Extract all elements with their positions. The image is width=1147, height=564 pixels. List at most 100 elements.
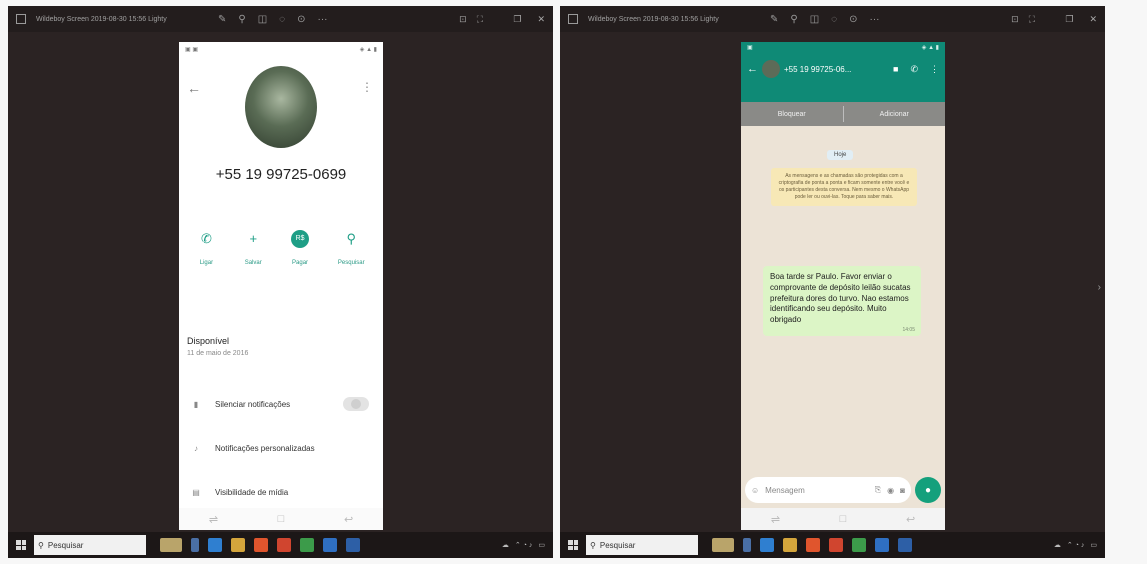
tool-icon[interactable]: ⊙	[849, 14, 857, 25]
pinned-app-icon[interactable]	[712, 538, 734, 552]
action-pay[interactable]: R$ Pagar	[291, 230, 310, 266]
home-icon[interactable]: □	[840, 513, 847, 525]
contact-avatar[interactable]	[762, 60, 780, 78]
message-input[interactable]: ☺ Mensagem ⎘ ◉ ◙	[745, 477, 911, 503]
edge-icon[interactable]	[208, 538, 222, 552]
back-icon[interactable]: ↩	[906, 513, 915, 526]
firefox-icon[interactable]	[254, 538, 268, 552]
app-icon[interactable]	[346, 538, 360, 552]
firefox-icon[interactable]	[806, 538, 820, 552]
encryption-notice[interactable]: As mensagens e as chamadas são protegida…	[771, 168, 917, 206]
android-nav-bar: ⇌ □ ↩	[741, 508, 945, 530]
tool-icon[interactable]: ⊙	[297, 14, 305, 25]
back-icon[interactable]: ↩	[344, 513, 353, 526]
setting-label: Visibilidade de mídia	[215, 487, 289, 497]
edge-icon[interactable]	[760, 538, 774, 552]
mute-icon: ▮	[193, 399, 199, 409]
more-icon[interactable]: ···	[318, 14, 328, 25]
restore-icon[interactable]: ❐	[513, 14, 521, 25]
windows-start-icon[interactable]	[568, 540, 578, 550]
weather-icon[interactable]: ☁	[502, 541, 509, 549]
media-icon: ▤	[192, 487, 200, 497]
block-button[interactable]: Bloquear	[741, 111, 843, 118]
tool-icon[interactable]: ◌	[831, 14, 837, 25]
tray-icons[interactable]: ⌃ ◔ ♪	[1067, 541, 1084, 549]
more-icon[interactable]: ···	[870, 14, 880, 25]
contact-avatar[interactable]	[245, 66, 317, 148]
app-icon[interactable]	[898, 538, 912, 552]
menu-icon[interactable]: ⋮	[930, 64, 939, 75]
tool-icon[interactable]: ✎	[218, 14, 226, 25]
search-icon: ⚲	[346, 231, 356, 246]
mic-button[interactable]: ●	[915, 477, 941, 503]
action-call[interactable]: ✆ Ligar	[197, 230, 215, 266]
tool-icon[interactable]: ⚲	[238, 14, 245, 25]
action-label: Pesquisar	[337, 260, 365, 266]
action-label: Ligar	[199, 260, 214, 266]
weather-icon[interactable]: ☁	[1054, 541, 1061, 549]
right-window: Wildeboy Screen 2019-08-30 15:56 Lighty …	[560, 6, 1105, 558]
toolbar: ✎ ⚲ ◫ ◌ ⊙ ···	[218, 14, 328, 25]
app-icon[interactable]	[277, 538, 291, 552]
attach-icon[interactable]: ⎘	[875, 485, 881, 495]
back-arrow-icon[interactable]: ←	[187, 80, 201, 96]
menu-icon[interactable]: ⋮	[361, 80, 373, 94]
add-contact-button[interactable]: Adicionar	[844, 111, 946, 118]
tool-icon[interactable]: ⛶	[477, 14, 483, 25]
chrome-icon[interactable]	[852, 538, 866, 552]
camera-icon[interactable]: ⊡	[1011, 14, 1019, 25]
taskbar-apps	[160, 538, 360, 552]
tool-icon[interactable]: ⚲	[790, 14, 797, 25]
action-label: Pagar	[292, 260, 309, 266]
tool-icon[interactable]: ⛶	[1029, 14, 1035, 25]
emoji-icon[interactable]: ☺	[751, 486, 759, 495]
camera-icon[interactable]: ◙	[900, 486, 905, 495]
windows-start-icon[interactable]	[16, 540, 26, 550]
home-icon[interactable]: □	[278, 513, 285, 525]
close-icon[interactable]: ✕	[537, 14, 545, 25]
word-icon[interactable]	[323, 538, 337, 552]
pay-icon[interactable]: ◉	[887, 486, 894, 495]
tool-icon[interactable]: ◌	[279, 14, 285, 25]
task-view-icon[interactable]	[743, 538, 751, 552]
back-arrow-icon[interactable]: ←	[747, 63, 758, 75]
pinned-app-icon[interactable]	[160, 538, 182, 552]
chat-header: ▣ ◈ ▲ ▮ ← +55 19 99725-06... ■ ✆ ⋮	[741, 42, 945, 102]
chevron-right-icon[interactable]: ›	[1098, 282, 1101, 293]
window-title: Wildeboy Screen 2019-08-30 15:56 Lighty	[36, 15, 167, 23]
camera-icon[interactable]: ⊡	[459, 14, 467, 25]
close-icon[interactable]: ✕	[1089, 14, 1097, 25]
recents-icon[interactable]: ⇌	[771, 513, 780, 526]
explorer-icon[interactable]	[783, 538, 797, 552]
unknown-contact-bar: Bloquear Adicionar	[741, 102, 945, 126]
notification-icon[interactable]: ▭	[1090, 541, 1097, 549]
chat-contact-name[interactable]: +55 19 99725-06...	[784, 65, 889, 74]
mute-toggle[interactable]	[343, 397, 369, 411]
action-save[interactable]: + Salvar	[244, 230, 262, 266]
custom-notifications-row[interactable]: ♪ Notificações personalizadas	[191, 438, 375, 458]
notification-icon[interactable]: ▭	[538, 541, 545, 549]
tool-icon[interactable]: ◫	[258, 14, 267, 25]
tray-icons[interactable]: ⌃ ◔ ♪	[515, 541, 532, 549]
media-visibility-row[interactable]: ▤ Visibilidade de mídia	[191, 482, 375, 502]
title-bar: Wildeboy Screen 2019-08-30 15:56 Lighty …	[8, 6, 553, 32]
app-icon	[16, 14, 26, 24]
recents-icon[interactable]: ⇌	[209, 513, 218, 526]
restore-icon[interactable]: ❐	[1065, 14, 1073, 25]
explorer-icon[interactable]	[231, 538, 245, 552]
chrome-icon[interactable]	[300, 538, 314, 552]
taskbar-search[interactable]: ⚲ Pesquisar	[586, 535, 698, 555]
word-icon[interactable]	[875, 538, 889, 552]
outgoing-message[interactable]: Boa tarde sr Paulo. Favor enviar o compr…	[763, 266, 921, 336]
app-icon[interactable]	[829, 538, 843, 552]
tool-icon[interactable]: ✎	[770, 14, 778, 25]
taskbar-search[interactable]: ⚲ Pesquisar	[34, 535, 146, 555]
video-call-icon[interactable]: ■	[893, 64, 898, 75]
voice-call-icon[interactable]: ✆	[910, 64, 918, 75]
task-view-icon[interactable]	[191, 538, 199, 552]
action-search[interactable]: ⚲ Pesquisar	[338, 230, 365, 266]
mute-notifications-row[interactable]: ▮ Silenciar notificações	[191, 394, 375, 414]
tool-icon[interactable]: ◫	[810, 14, 819, 25]
taskbar-search-label: Pesquisar	[599, 540, 636, 550]
taskbar-apps	[712, 538, 912, 552]
